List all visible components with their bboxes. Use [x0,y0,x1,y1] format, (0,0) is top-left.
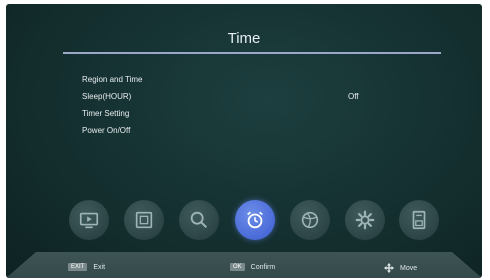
menu-item-label: Power On/Off [82,126,131,135]
time-menu-list: Region and Time Sleep(HOUR) Off Timer Se… [82,71,382,139]
menu-item-power-on-off[interactable]: Power On/Off [82,122,382,139]
network-button[interactable] [290,200,330,240]
main-icon-bar [69,200,439,240]
menu-item-region-and-time[interactable]: Region and Time [82,71,382,88]
exit-label: Exit [93,263,106,271]
search-button[interactable] [179,200,219,240]
menu-item-timer-setting[interactable]: Timer Setting [82,105,382,122]
menu-item-label: Timer Setting [82,109,130,118]
picture-button[interactable] [124,200,164,240]
storage-button[interactable] [399,200,439,240]
menu-item-sleep-hour[interactable]: Sleep(HOUR) Off [82,88,382,105]
time-button[interactable] [235,200,275,240]
move-arrows-icon [384,263,394,273]
globe-icon [301,211,319,229]
media-player-button[interactable] [69,200,109,240]
title-divider [63,52,441,54]
confirm-label: Confirm [250,263,276,271]
media-player-icon [79,212,99,229]
confirm-hint: OK Confirm [230,263,275,271]
move-hint: Move [384,263,417,273]
menu-item-label: Region and Time [82,75,143,84]
storage-icon [412,210,426,230]
gear-icon [355,210,375,230]
exit-hint: EXIT Exit [68,263,105,271]
search-icon [190,211,208,229]
menu-item-label: Sleep(HOUR) [82,92,132,101]
move-label: Move [400,264,418,272]
page-title: Time [227,30,261,47]
picture-icon [135,211,153,229]
alarm-clock-icon [247,211,263,229]
tv-screen: Time Region and Time Sleep(HOUR) Off Tim… [6,4,482,278]
exit-key: EXIT [68,263,87,271]
menu-item-value: Off [348,92,359,101]
ok-key: OK [230,263,245,271]
settings-button[interactable] [345,200,385,240]
hint-bar: EXIT Exit OK Confirm Move [6,252,482,278]
